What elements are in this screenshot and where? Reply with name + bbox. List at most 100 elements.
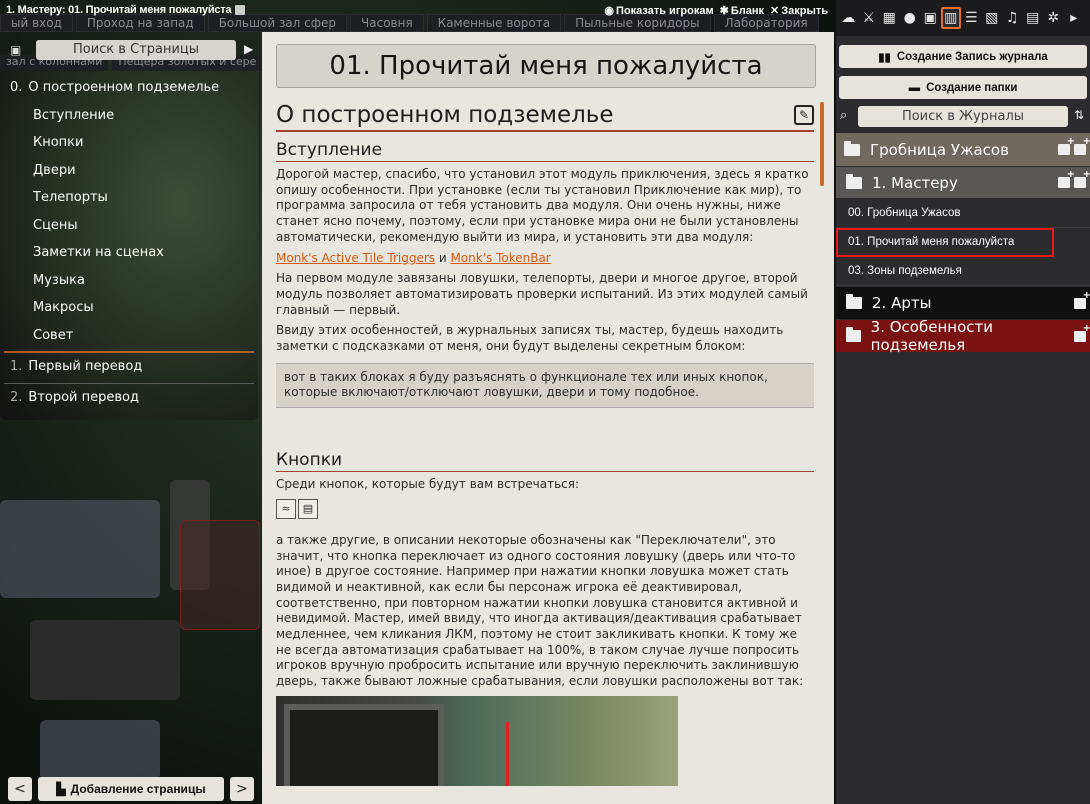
toggle-button-icon: ▤ <box>298 498 318 519</box>
toc-label: Вступление <box>33 107 115 123</box>
folder-label: 1. Мастеру <box>872 173 958 192</box>
create-entry-button[interactable]: ▮▮ Создание Запись журнала <box>839 45 1087 68</box>
trap-button-icon: ≈ <box>276 498 296 519</box>
folder-icon <box>846 327 861 342</box>
toc-divider <box>4 351 254 353</box>
journal-page[interactable]: 01. Прочитай меня пожалуйста О построенн… <box>262 32 834 804</box>
settings-icon[interactable]: ✲ <box>1043 7 1064 29</box>
toc-search-input[interactable]: Поиск в Страницы <box>36 40 236 60</box>
compendium-icon[interactable]: ▤ <box>1023 7 1044 29</box>
toc-page-item[interactable]: 2. Второй перевод <box>0 384 258 412</box>
section-heading: Вступление <box>276 140 814 162</box>
journal-entry[interactable]: 03. Зоны подземелья <box>836 257 1090 286</box>
toc-heading-item[interactable]: Телепорты <box>0 184 258 212</box>
toc-heading-item[interactable]: Заметки на сценах <box>0 239 258 267</box>
create-entry-icon[interactable] <box>1074 290 1090 309</box>
toc-heading-item[interactable]: Вступление <box>0 102 258 130</box>
toc-page-item[interactable]: 0. О построенном подземелье <box>0 74 258 102</box>
module-link[interactable]: Monk's TokenBar <box>450 251 550 265</box>
create-subfolder-icon[interactable] <box>1058 169 1075 188</box>
folder-special[interactable]: 3. Особенности подземелья <box>836 318 1090 354</box>
toc-label: Музыка <box>33 272 85 288</box>
folder-master[interactable]: 1. Мастеру <box>836 167 1090 198</box>
journal-entry-selected[interactable]: 01. Прочитай меня пожалуйста <box>836 228 1054 257</box>
document-id-icon[interactable] <box>235 5 246 15</box>
collapse-icon[interactable]: ▸ <box>1064 7 1085 29</box>
folder-label: Гробница Ужасов <box>870 140 1009 159</box>
page-scrollbar[interactable] <box>820 102 824 186</box>
eye-icon: ◉ <box>604 5 615 17</box>
create-folder-button[interactable]: ▬ Создание папки <box>839 76 1087 99</box>
toc-label: Телепорты <box>33 190 108 206</box>
toc-heading-item[interactable]: Сцены <box>0 212 258 240</box>
window-title-text: 1. Мастеру: 01. Прочитай меня пожалуйста <box>6 4 232 16</box>
actors-icon[interactable]: ● <box>900 7 921 29</box>
section-heading: Кнопки <box>276 450 814 473</box>
next-page-button[interactable]: > <box>230 777 254 801</box>
search-icon: ⌕ <box>840 108 848 123</box>
cards-icon[interactable]: ▧ <box>982 7 1003 29</box>
folder-actions <box>1058 169 1090 188</box>
journal-entry[interactable]: 00. Гробница Ужасов <box>836 199 1090 228</box>
toc-heading-item[interactable]: Двери <box>0 157 258 185</box>
link-conjunction: и <box>435 250 451 265</box>
close-button[interactable]: ✕ Закрыть <box>770 4 828 18</box>
toc-heading-item[interactable]: Музыка <box>0 267 258 295</box>
sidebar: ☁ ⚔ ▦ ● ▣ ▥ ☰ ▧ ♫ ▤ ✲ ▸ ▮▮ Создание Запи… <box>836 0 1090 804</box>
create-subfolder-icon[interactable] <box>1058 136 1075 155</box>
previous-page-button[interactable]: < <box>8 777 32 801</box>
create-entry-icon[interactable] <box>1074 136 1090 155</box>
create-entry-icon[interactable] <box>1074 169 1090 188</box>
toc-number: 1. <box>10 359 23 375</box>
toc-heading-item[interactable]: Макросы <box>0 294 258 322</box>
create-entry-label: Создание Запись журнала <box>896 50 1048 63</box>
toc-label: Кнопки <box>33 135 84 151</box>
scenes-icon[interactable]: ▦ <box>879 7 900 29</box>
journal-window-header[interactable]: 1. Мастеру: 01. Прочитай меня пожалуйста… <box>0 0 836 32</box>
tables-icon[interactable]: ☰ <box>961 7 982 29</box>
toc-divider <box>4 382 254 384</box>
toc-label: Сцены <box>33 217 78 233</box>
journal-search-row: ⌕ Поиск в Журналы ⇅ <box>836 104 1090 128</box>
items-icon[interactable]: ▣ <box>920 7 941 29</box>
toc-label: Первый перевод <box>28 359 143 375</box>
toc-label: Второй перевод <box>28 389 139 405</box>
journal-search-input[interactable]: Поиск в Журналы <box>858 106 1068 127</box>
journal-icon[interactable]: ▥ <box>940 7 961 29</box>
toc-footer: < ▙ Добавление страницы > <box>8 777 254 801</box>
toc-page-item[interactable]: 1. Первый перевод <box>0 353 258 381</box>
show-players-button[interactable]: ◉ Показать игрокам <box>604 4 713 18</box>
create-entry-icon[interactable] <box>1074 323 1090 342</box>
image-doorway <box>284 703 444 786</box>
module-link[interactable]: Monk's Active Tile Triggers <box>276 251 435 265</box>
sort-icon[interactable]: ⇅ <box>1074 108 1084 122</box>
window-actions: ◉ Показать игрокам ✱ Бланк ✕ Закрыть <box>604 4 828 18</box>
toc-list: 0. О построенном подземелье Вступление Кн… <box>0 74 258 411</box>
secret-block: вот в таких блоках я буду разъяснять о ф… <box>276 362 814 409</box>
entry-label: 00. Гробница Ужасов <box>848 207 961 219</box>
chat-icon[interactable]: ☁ <box>838 7 859 29</box>
folder-root[interactable]: Гробница Ужасов <box>836 133 1090 166</box>
toc-heading-item[interactable]: Совет <box>0 322 258 350</box>
playlists-icon[interactable]: ♫ <box>1002 7 1023 29</box>
combat-icon[interactable]: ⚔ <box>859 7 880 29</box>
toc-heading-item[interactable]: Кнопки <box>0 129 258 157</box>
page-navigation: ▣ Поиск в Страницы ▶ 0. О построенном под… <box>0 36 258 804</box>
close-icon: ✕ <box>770 5 780 17</box>
edit-icon[interactable]: ✎ <box>794 105 814 125</box>
folder-actions <box>1074 290 1090 309</box>
collapse-arrow-icon[interactable]: ▶ <box>244 42 253 56</box>
add-page-label: Добавление страницы <box>70 782 206 796</box>
page-title[interactable]: 01. Прочитай меня пожалуйста <box>276 44 816 88</box>
sheet-button[interactable]: ✱ Бланк <box>720 4 764 18</box>
window-title: 1. Мастеру: 01. Прочитай меня пожалуйста <box>6 4 246 16</box>
toc-number: 2. <box>10 389 23 405</box>
book-icon[interactable]: ▣ <box>10 43 24 57</box>
sidebar-tabs: ☁ ⚔ ▦ ● ▣ ▥ ☰ ▧ ♫ ▤ ✲ ▸ <box>836 0 1090 36</box>
file-plus-icon: ▙ <box>56 782 66 796</box>
entry-label: 03. Зоны подземелья <box>848 265 962 277</box>
add-page-button[interactable]: ▙ Добавление страницы <box>38 777 224 801</box>
toc-label: Двери <box>33 162 76 178</box>
image-trap-line <box>506 721 509 786</box>
folder-arts[interactable]: 2. Арты <box>836 287 1090 319</box>
